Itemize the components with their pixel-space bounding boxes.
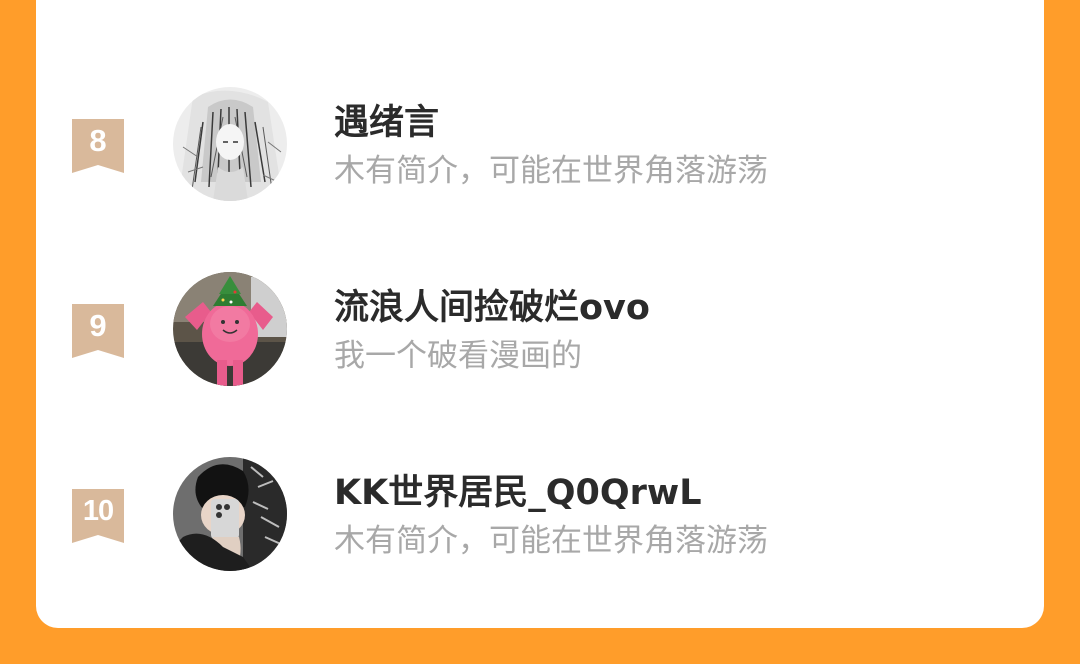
rank-number: 8 — [89, 123, 107, 158]
rank-ribbon-badge: 10 — [72, 489, 124, 543]
avatar[interactable] — [173, 457, 287, 571]
pink-figure-christmas-tree-avatar-icon — [173, 272, 287, 386]
mirror-selfie-avatar-icon — [173, 457, 287, 571]
user-bio: 木有简介，可能在世界角落游荡 — [334, 523, 768, 559]
rank-ribbon-badge: 8 — [72, 119, 124, 173]
rank-ribbon-badge: 9 — [72, 304, 124, 358]
user-bio: 木有简介，可能在世界角落游荡 — [334, 153, 768, 189]
user-name[interactable]: KK世界居民_Q0QrwL — [334, 470, 702, 516]
avatar[interactable] — [173, 272, 287, 386]
list-item[interactable]: 8 遇绪言 木有简介，可能在世界角落游荡 — [36, 72, 1044, 201]
user-bio: 我一个破看漫画的 — [334, 338, 582, 374]
rank-number: 9 — [89, 308, 107, 343]
ranking-card: 8 遇绪言 木有简介，可能在世界角落游荡 9 流浪人间捡破烂ovo 我一个破看漫… — [36, 0, 1044, 628]
avatar[interactable] — [173, 87, 287, 201]
user-name[interactable]: 流浪人间捡破烂ovo — [334, 285, 650, 331]
user-name[interactable]: 遇绪言 — [334, 100, 439, 146]
anime-girl-sketch-avatar-icon — [173, 87, 287, 201]
list-item[interactable]: 9 流浪人间捡破烂ovo 我一个破看漫画的 — [36, 257, 1044, 386]
rank-number: 10 — [82, 495, 114, 527]
list-item[interactable]: 10 KK世界居民_Q0QrwL 木有简介，可能在世界角落游荡 — [36, 442, 1044, 571]
